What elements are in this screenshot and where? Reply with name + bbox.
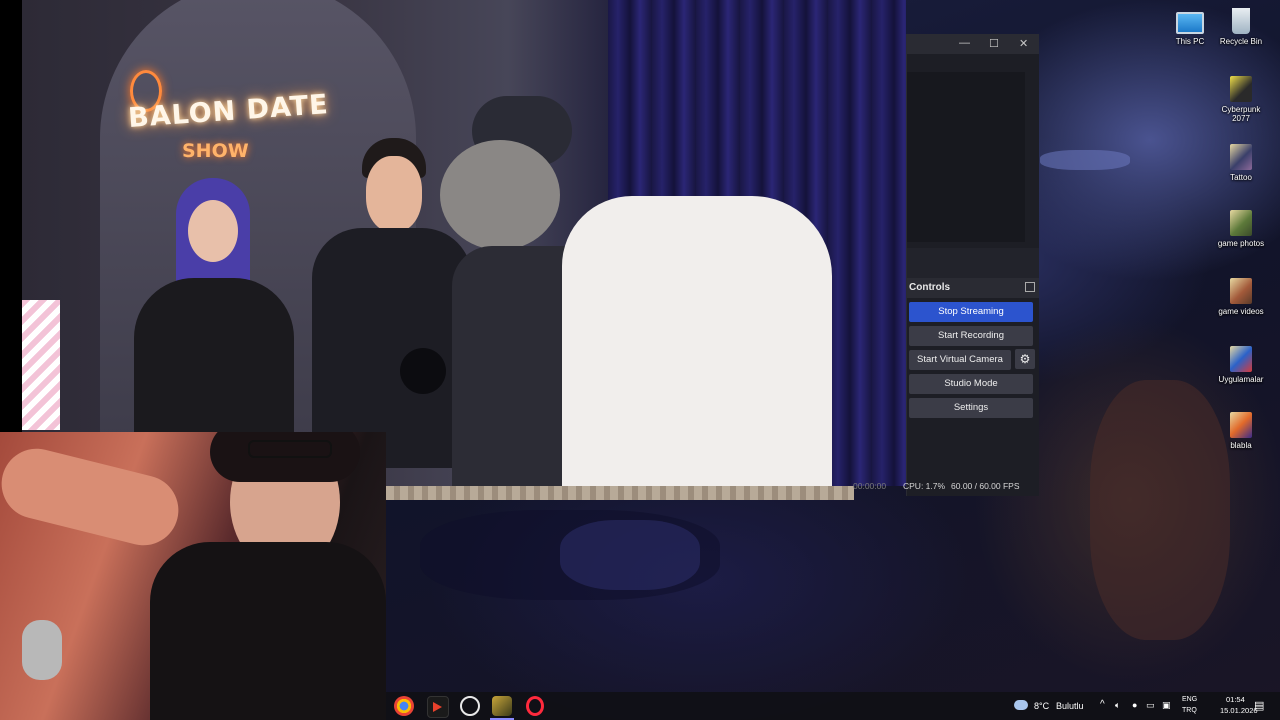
clock-time[interactable]: 01:54: [1226, 695, 1245, 704]
game-shortcut-icon: [1230, 76, 1252, 102]
weather-temp[interactable]: 8°C: [1034, 701, 1049, 711]
desktop-icon-label: blabla: [1230, 441, 1252, 450]
chrome-icon[interactable]: [394, 696, 414, 716]
desktop-icon-this-pc[interactable]: This PC: [1165, 8, 1215, 46]
opera-icon[interactable]: [526, 696, 544, 716]
stream-video-frame: BALON DATE SHOW: [22, 0, 906, 486]
virtual-camera-settings-gear-icon[interactable]: ⚙: [1015, 349, 1035, 369]
recycle-bin-icon: [1232, 8, 1250, 34]
start-virtual-camera-button[interactable]: Start Virtual Camera: [909, 350, 1011, 370]
taskbar: 8°C Bulutlu ^ 🔈︎ ● ▭ ▣ ENG TRQ 01:54 15.…: [386, 692, 1280, 720]
obs-preview-panel: [907, 72, 1025, 242]
streamer-arm: [0, 441, 186, 553]
wallpaper-streak: [560, 520, 700, 590]
folder-icon: [1230, 412, 1252, 438]
folder-icon: [1230, 278, 1252, 304]
battery-icon[interactable]: ▭: [1146, 700, 1155, 711]
desktop-icon-game-videos[interactable]: game videos: [1216, 278, 1266, 316]
desktop-icon-label: game videos: [1218, 307, 1264, 316]
desktop-icon-tattoo[interactable]: Tattoo: [1216, 144, 1266, 182]
obs-window: — ☐ ✕ Controls Stop Streaming Start Reco…: [853, 34, 1039, 496]
cloud-icon[interactable]: [1014, 700, 1028, 710]
weather-condition[interactable]: Bulutlu: [1056, 701, 1084, 711]
person-woman-purple-hair: [124, 178, 304, 438]
keyboard-layout[interactable]: TRQ: [1182, 707, 1197, 714]
microphone-icon[interactable]: ●: [1132, 700, 1137, 710]
fps-readout: 60.00 / 60.00 FPS: [951, 481, 1020, 491]
start-recording-button[interactable]: Start Recording: [909, 326, 1033, 346]
close-icon[interactable]: ✕: [1019, 37, 1028, 50]
obs-titlebar[interactable]: — ☐ ✕: [907, 34, 1039, 54]
person-man-white-shirt: [422, 96, 842, 486]
desktop-icon-label: Cyberpunk 2077: [1221, 105, 1261, 123]
neon-show-subtitle: SHOW: [182, 140, 249, 162]
desktop-icon-blabla[interactable]: blabla: [1216, 412, 1266, 450]
microphone: [22, 620, 62, 680]
chevron-up-icon[interactable]: ^: [1100, 699, 1105, 710]
computer-icon: [1176, 12, 1204, 34]
undock-icon[interactable]: [1025, 282, 1035, 292]
person-edge-pink: [22, 300, 60, 430]
desktop-icon-label: This PC: [1175, 37, 1205, 46]
desktop-icon-label: Recycle Bin: [1219, 37, 1263, 46]
notification-icon[interactable]: ▤: [1254, 699, 1264, 712]
clock-date[interactable]: 15.01.2026: [1220, 706, 1258, 715]
language-code[interactable]: ENG: [1182, 696, 1197, 703]
cpu-usage: CPU: 1.7%: [903, 481, 946, 491]
streamer-shirt: [150, 542, 386, 720]
maximize-icon[interactable]: ☐: [989, 37, 999, 50]
game-icon[interactable]: [492, 696, 512, 716]
minimize-icon[interactable]: —: [959, 37, 970, 49]
folder-icon: [1230, 346, 1252, 372]
desktop-icon-uygulamalar[interactable]: Uygulamalar: [1216, 346, 1266, 384]
desktop-icon-label: game photos: [1217, 239, 1265, 248]
folder-icon: [1230, 144, 1252, 170]
folder-icon: [1230, 210, 1252, 236]
wallpaper-streak: [1040, 150, 1130, 170]
obs-panel-divider[interactable]: [907, 248, 1039, 278]
desktop-icon-game-photos[interactable]: game photos: [1216, 210, 1266, 248]
stop-streaming-button[interactable]: Stop Streaming: [909, 302, 1033, 322]
desktop-icon-cyberpunk[interactable]: Cyberpunk 2077: [1216, 76, 1266, 123]
wallpaper-streak: [1090, 380, 1230, 640]
obs-status-bar: 00:00:00 CPU: 1.7% 60.00 / 60.00 FPS: [853, 476, 1039, 496]
streamer-glasses: [248, 440, 332, 458]
desktop-icon-label: Tattoo: [1230, 173, 1252, 182]
stream-timer: 00:00:00: [853, 481, 887, 491]
obs-icon[interactable]: [460, 696, 480, 716]
stream-app-icon[interactable]: [427, 696, 449, 718]
webcam-overlay: [0, 432, 386, 720]
desktop-icon-recycle-bin[interactable]: Recycle Bin: [1216, 8, 1266, 46]
studio-mode-button[interactable]: Studio Mode: [909, 374, 1033, 394]
left-black-bar: [0, 0, 22, 432]
controls-dock-header: Controls: [907, 278, 1039, 298]
network-icon[interactable]: ▣: [1162, 700, 1171, 711]
floor-strip: [386, 486, 854, 500]
desktop-icon-label: Uygulamalar: [1218, 375, 1264, 384]
speaker-icon[interactable]: 🔈︎: [1115, 700, 1120, 711]
controls-dock-title: Controls: [909, 282, 951, 293]
settings-button[interactable]: Settings: [909, 398, 1033, 418]
